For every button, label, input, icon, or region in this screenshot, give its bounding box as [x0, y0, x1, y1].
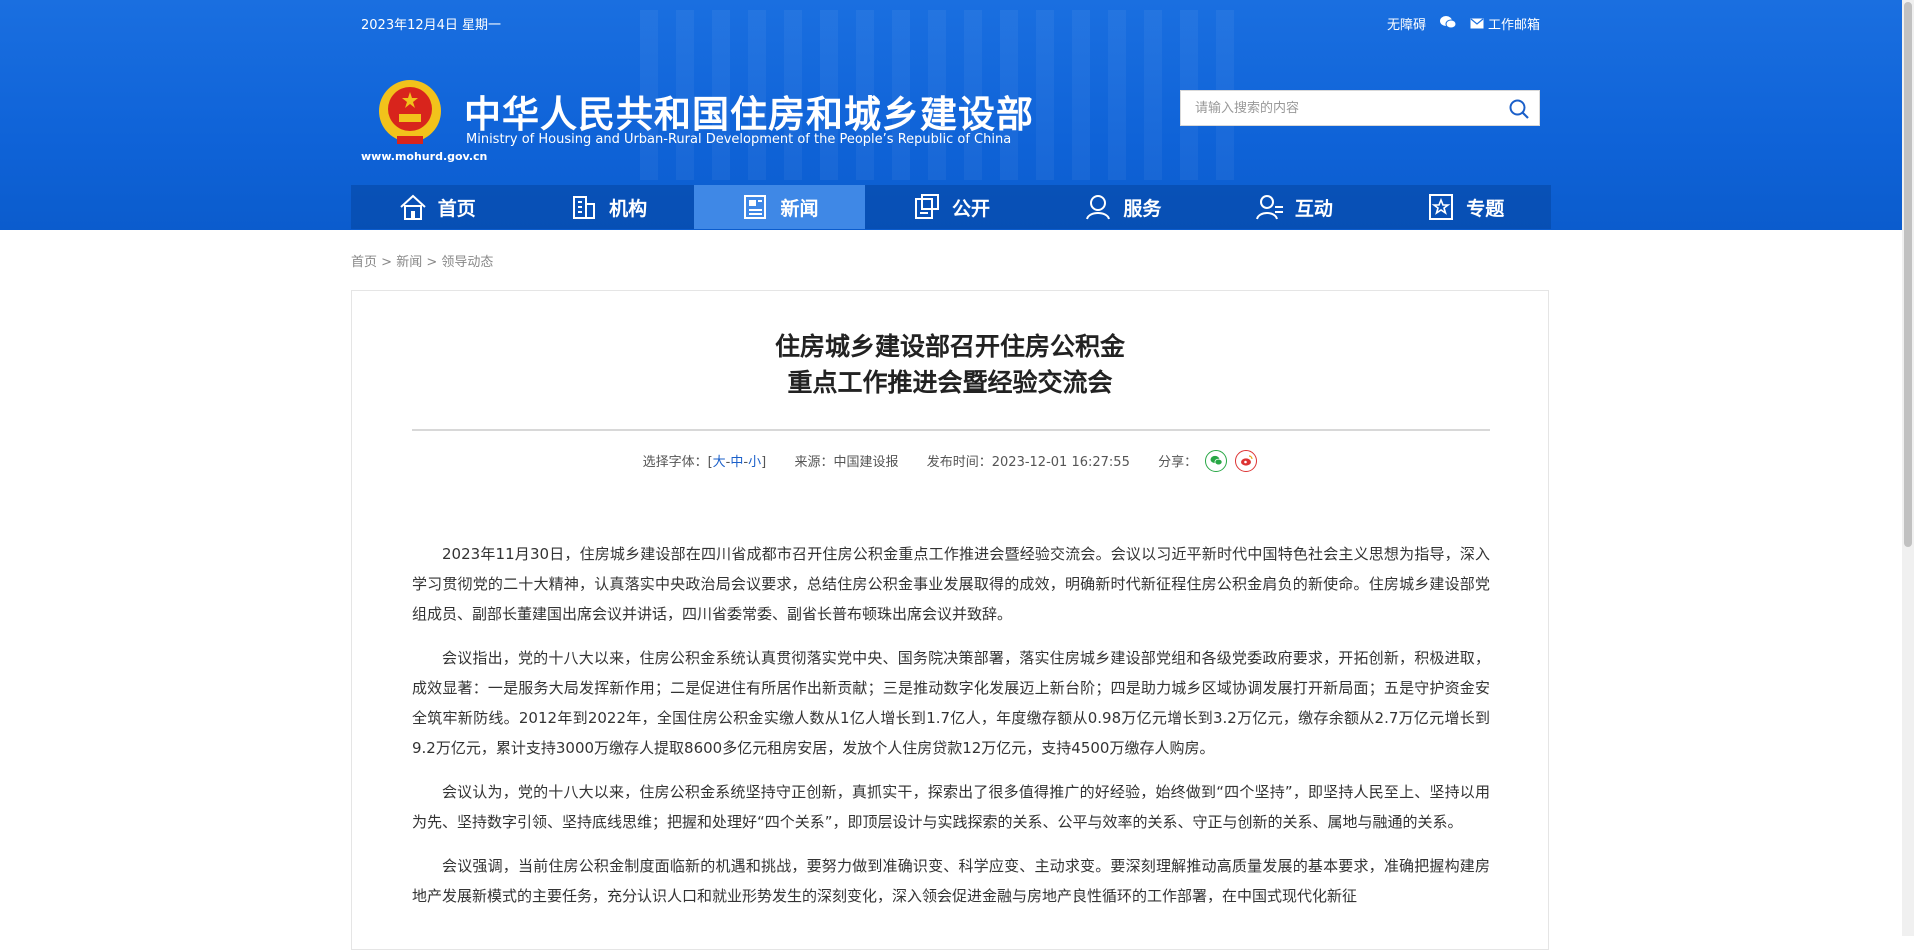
work-email-label: 工作邮箱	[1487, 18, 1540, 33]
search-input[interactable]	[1181, 91, 1495, 125]
nav-label: 服务	[1123, 197, 1162, 220]
site-header: 2023年12月4日 星期一 无障碍 工作邮箱 www.mohurd.gov.c…	[0, 0, 1902, 230]
title-divider	[412, 429, 1490, 431]
site-subtitle: Ministry of Housing and Urban-Rural Deve…	[466, 132, 1012, 147]
nav-item-home[interactable]: 首页	[351, 185, 522, 229]
work-email-link[interactable]: 工作邮箱	[1470, 14, 1540, 33]
nav-label: 公开	[951, 197, 990, 220]
page-scrollbar[interactable]	[1902, 0, 1914, 936]
breadcrumb-home[interactable]: 首页	[351, 255, 377, 270]
top-links: 无障碍 工作邮箱	[1387, 14, 1540, 33]
breadcrumb-separator: >	[426, 255, 438, 270]
article-paragraph: 2023年11月30日，住房城乡建设部在四川省成都市召开住房公积金重点工作推进会…	[412, 545, 1490, 623]
article-paragraph: 会议认为，党的十八大以来，住房公积金系统坚持守正创新，真抓实干，探索出了很多值得…	[412, 783, 1490, 831]
nav-item-disclosure[interactable]: 公开	[865, 185, 1036, 229]
nav-item-interaction[interactable]: 互动	[1208, 185, 1379, 229]
article-source: 来源：中国建设报	[794, 455, 899, 470]
nav-label: 互动	[1294, 197, 1333, 220]
article-title-line2: 重点工作推进会暨经验交流会	[787, 368, 1113, 397]
main-nav: 首页 机构 新闻 公开 服务 互动 专题	[351, 185, 1551, 229]
article-meta: 选择字体：[大-中-小] 来源：中国建设报 发布时间：2023-12-01 16…	[352, 449, 1548, 474]
font-size-medium[interactable]: 中	[730, 455, 743, 470]
nav-item-news[interactable]: 新闻	[693, 185, 866, 229]
national-emblem-logo[interactable]	[377, 78, 443, 148]
nav-label: 专题	[1466, 197, 1505, 220]
font-size-large[interactable]: 大	[713, 455, 726, 470]
current-date: 2023年12月4日 星期一	[361, 18, 502, 33]
nav-label: 首页	[437, 197, 476, 220]
interaction-icon	[1255, 195, 1283, 220]
news-icon	[743, 195, 766, 219]
disclosure-icon	[914, 194, 939, 219]
nav-item-topics[interactable]: 专题	[1380, 185, 1551, 229]
star-icon	[1429, 194, 1454, 220]
building-icon	[573, 196, 596, 219]
site-title[interactable]: 中华人民共和国住房和城乡建设部	[464, 84, 1034, 138]
article-paragraph: 会议强调，当前住房公积金制度面临新的机遇和挑战，要努力做到准确识变、科学应变、主…	[412, 857, 1490, 905]
article-paragraph: 会议指出，党的十八大以来，住房公积金系统认真贯彻落实党中央、国务院决策部署，落实…	[412, 649, 1490, 757]
breadcrumb-separator: >	[381, 255, 393, 270]
scrollbar-thumb[interactable]	[1904, 2, 1912, 547]
article-content: 2023年11月30日，住房城乡建设部在四川省成都市召开住房公积金重点工作推进会…	[412, 539, 1490, 925]
breadcrumb-current[interactable]: 领导动态	[441, 255, 493, 270]
service-icon	[1086, 195, 1111, 220]
search-icon[interactable]	[1507, 97, 1531, 121]
font-size-label: 选择字体：[	[642, 455, 713, 470]
font-size-close: ]	[761, 455, 767, 470]
nav-item-organization[interactable]: 机构	[522, 185, 693, 229]
article-title-line1: 住房城乡建设部召开住房公积金	[774, 332, 1125, 361]
wechat-share-icon[interactable]	[1205, 449, 1228, 472]
wechat-icon[interactable]	[1439, 15, 1457, 33]
nav-item-service[interactable]: 服务	[1037, 185, 1208, 229]
weibo-share-icon[interactable]	[1235, 449, 1258, 472]
publish-time: 发布时间：2023-12-01 16:27:55	[926, 455, 1130, 470]
home-icon	[400, 194, 426, 220]
breadcrumb-news[interactable]: 新闻	[396, 255, 422, 270]
site-url[interactable]: www.mohurd.gov.cn	[361, 150, 487, 163]
nav-label: 新闻	[780, 197, 819, 220]
search-box	[1180, 90, 1540, 126]
nav-label: 机构	[609, 197, 648, 220]
breadcrumb: 首页 > 新闻 > 领导动态	[351, 251, 493, 270]
mail-icon	[1470, 18, 1484, 29]
font-size-small[interactable]: 小	[748, 455, 761, 470]
accessibility-link[interactable]: 无障碍	[1387, 14, 1426, 33]
article-panel: 住房城乡建设部召开住房公积金 重点工作推进会暨经验交流会 选择字体：[大-中-小…	[351, 290, 1549, 950]
share-label: 分享：	[1158, 455, 1198, 470]
